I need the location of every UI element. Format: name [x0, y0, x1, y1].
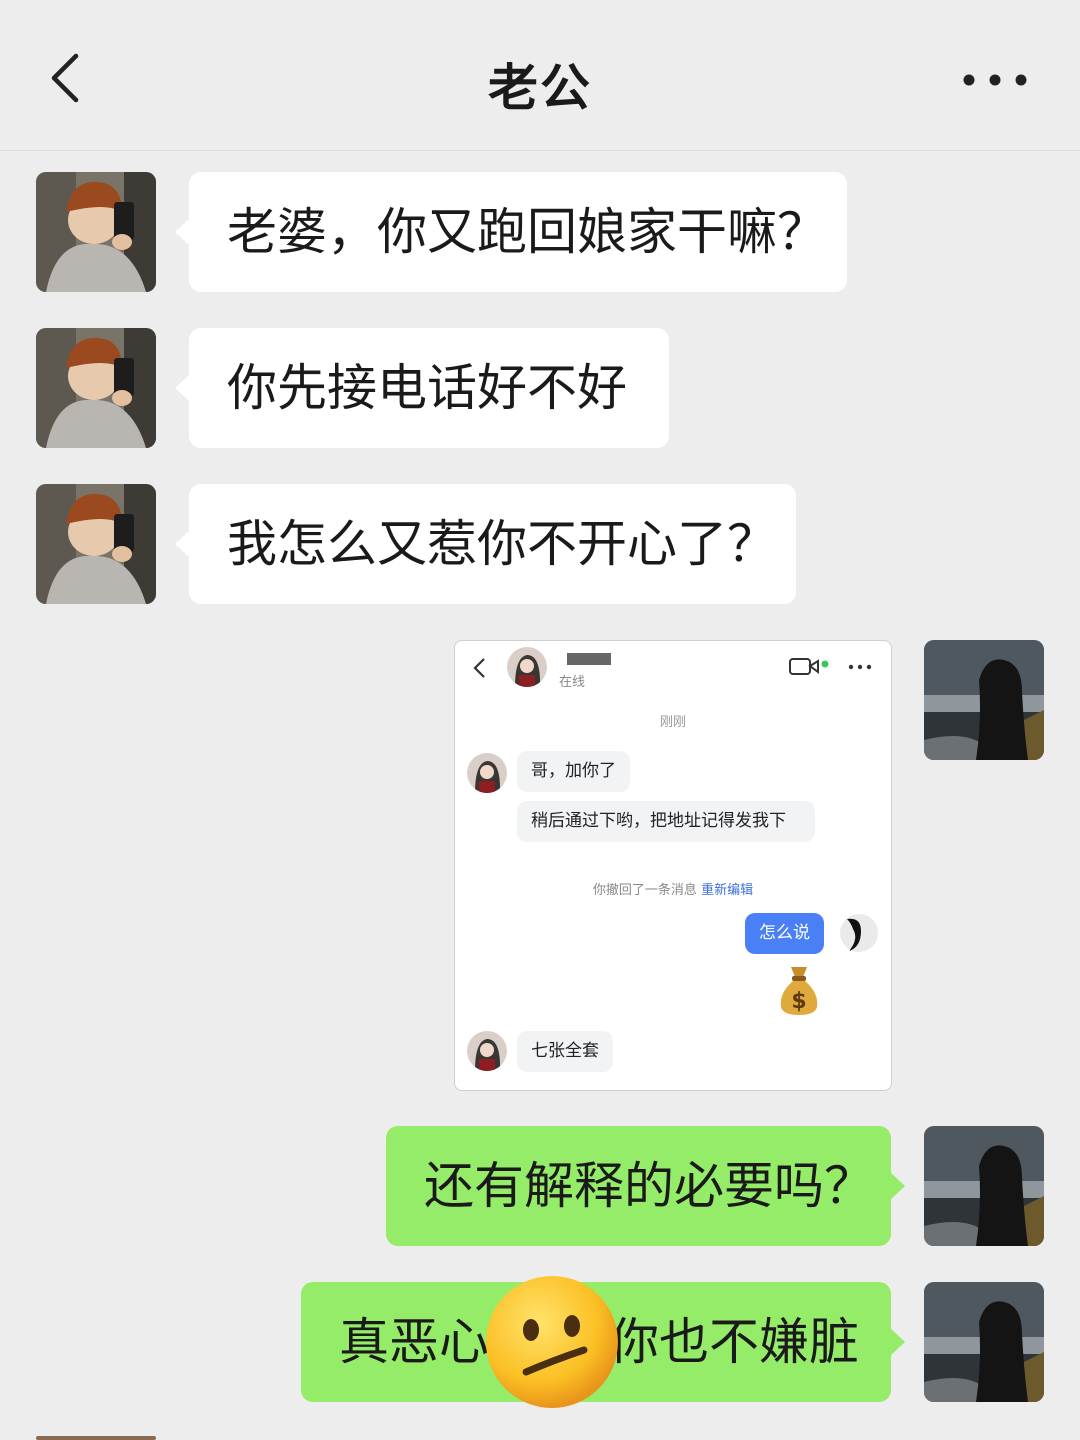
- recall-notice: 你撤回了一条消息: [592, 883, 697, 898]
- message-bubble: 稍后通过下哟，把地址记得发我下: [517, 801, 815, 842]
- timestamp: 刚刚: [659, 715, 686, 730]
- money-bag-icon: $: [780, 967, 818, 1015]
- svg-text:$: $: [791, 989, 806, 1014]
- avatar: [467, 753, 507, 793]
- more-horizontal-icon: [848, 664, 872, 670]
- message-bubble: 哥，加你了: [517, 751, 630, 792]
- message-bubble: 七张全套: [517, 1031, 613, 1072]
- self-avatar[interactable]: [924, 640, 1044, 760]
- message-text-part: 你也不嫌脏: [609, 1313, 859, 1371]
- self-avatar[interactable]: [924, 1126, 1044, 1246]
- message-bubble[interactable]: 老婆，你又跑回娘家干嘛？: [175, 172, 847, 292]
- contact-avatar-partial: [36, 1436, 156, 1440]
- screenshot-image-message[interactable]: 在线 刚刚 哥，加你了 稍后通过下哟，把地址记得发我下 你撤回了一条消息 重新编…: [454, 640, 892, 1091]
- my-message-bubble: 怎么说: [745, 913, 824, 954]
- online-status: 在线: [559, 675, 586, 690]
- contact-avatar[interactable]: [36, 172, 156, 292]
- chat-header: 老公: [0, 0, 1080, 151]
- message-bubble[interactable]: 你先接电话好不好: [175, 328, 669, 448]
- video-call-icon: [789, 658, 829, 675]
- contact-avatar[interactable]: [36, 328, 156, 448]
- message-text-part: 真恶心: [339, 1313, 489, 1371]
- self-avatar[interactable]: [924, 1282, 1044, 1402]
- avatar: [839, 913, 879, 953]
- reedit-link: 重新编辑: [701, 883, 754, 898]
- avatar: [467, 1031, 507, 1071]
- message-bubble[interactable]: 我怎么又惹你不开心了？: [175, 484, 796, 604]
- contact-avatar[interactable]: [36, 484, 156, 604]
- neutral-face-emoji: [486, 1276, 618, 1408]
- chevron-left-icon: [473, 658, 485, 678]
- chat-title: 老公: [488, 59, 592, 117]
- message-bubble[interactable]: 还有解释的必要吗？: [386, 1126, 905, 1246]
- recall-notice-row: 你撤回了一条消息 重新编辑: [455, 879, 891, 898]
- redacted-name: [567, 653, 611, 665]
- more-horizontal-icon[interactable]: [960, 60, 1030, 100]
- avatar: [507, 647, 547, 687]
